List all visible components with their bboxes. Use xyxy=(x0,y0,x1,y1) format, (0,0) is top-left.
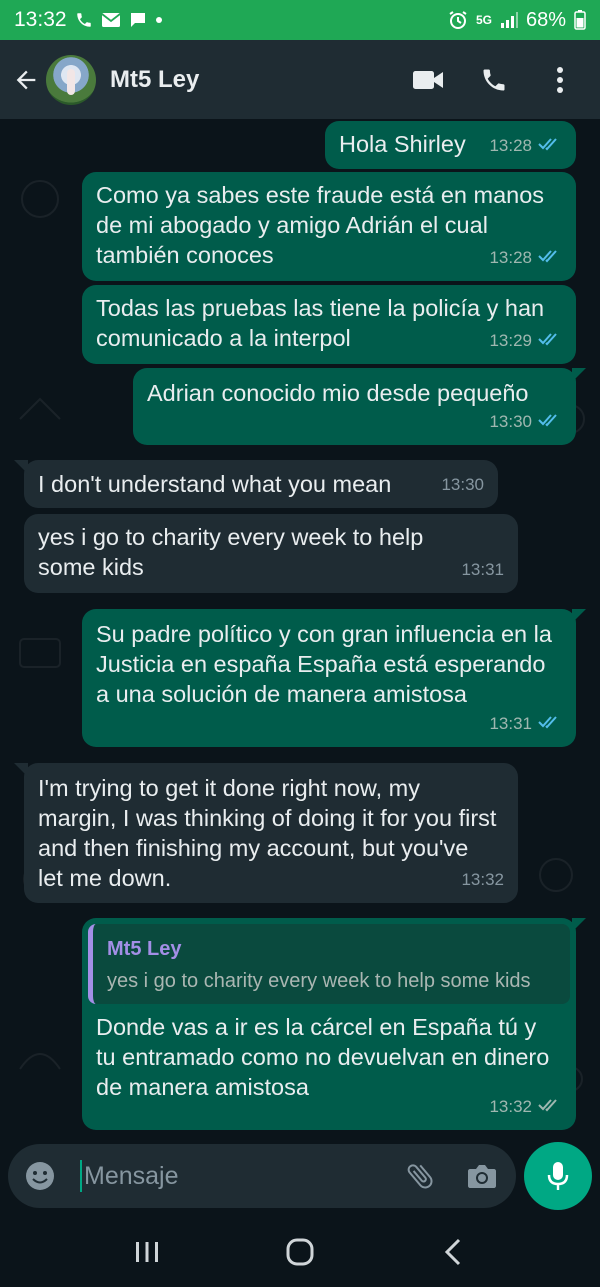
chat-header: Mt5 Ley xyxy=(0,40,600,119)
bubble-tail xyxy=(572,368,586,382)
message-time: 13:32 xyxy=(461,870,504,889)
network-type: 5G xyxy=(475,13,492,27)
quoted-message[interactable]: Mt5 Ley yes i go to charity every week t… xyxy=(88,924,570,1004)
read-double-check-icon xyxy=(538,407,562,437)
message-meta: 13:31 xyxy=(461,555,504,585)
quote-text: yes i go to charity every week to help s… xyxy=(107,970,531,992)
video-call-icon[interactable] xyxy=(410,62,446,98)
message-meta: 13:28 xyxy=(489,131,562,161)
read-double-check-icon xyxy=(538,326,562,356)
quote-author: Mt5 Ley xyxy=(107,938,182,960)
message-time: 13:29 xyxy=(489,331,532,350)
message-bubble-outgoing[interactable]: Mt5 Ley yes i go to charity every week t… xyxy=(82,918,586,1130)
message-text: I don't understand what you mean xyxy=(38,471,392,497)
message-time: 13:32 xyxy=(489,1097,532,1116)
mic-icon[interactable] xyxy=(524,1142,592,1210)
bubble-tail xyxy=(14,460,28,474)
chat-icon xyxy=(129,11,147,29)
battery-percent: 68% xyxy=(525,8,566,31)
bubble-tail xyxy=(572,609,586,623)
composer-bar xyxy=(0,1141,600,1217)
message-text: Adrian conocido mio desde pequeño xyxy=(147,380,529,406)
message-bubble-outgoing[interactable]: Su padre político y con gran influencia … xyxy=(82,609,586,747)
message-bubble-incoming[interactable]: I'm trying to get it done right now, my … xyxy=(14,763,518,903)
signal-icon xyxy=(500,11,518,29)
contact-name[interactable]: Mt5 Ley xyxy=(110,66,199,94)
message-bubble-outgoing[interactable]: Hola Shirley 13:28 xyxy=(325,121,576,169)
voice-call-icon[interactable] xyxy=(476,62,512,98)
text-caret xyxy=(80,1160,82,1192)
read-double-check-icon xyxy=(538,131,562,161)
dot-icon xyxy=(155,16,163,24)
message-time: 13:28 xyxy=(489,136,532,155)
message-time: 13:28 xyxy=(489,248,532,267)
delivered-double-check-icon xyxy=(538,1092,562,1122)
mail-icon xyxy=(101,12,121,28)
camera-icon[interactable] xyxy=(462,1156,502,1196)
message-bubble-incoming[interactable]: I don't understand what you mean 13:30 xyxy=(14,460,498,508)
bubble-tail xyxy=(572,918,586,932)
status-time: 13:32 xyxy=(14,8,67,31)
message-time: 13:30 xyxy=(489,412,532,431)
read-double-check-icon xyxy=(538,243,562,273)
message-time: 13:30 xyxy=(441,475,484,494)
message-text: Su padre político y con gran influencia … xyxy=(96,621,559,707)
message-meta: 13:30 xyxy=(489,407,562,437)
battery-icon xyxy=(574,10,586,30)
message-input-box[interactable] xyxy=(8,1144,516,1208)
phone-icon xyxy=(75,11,93,29)
read-double-check-icon xyxy=(538,709,562,739)
message-text: yes i go to charity every week to help s… xyxy=(38,524,430,580)
message-bubble-outgoing[interactable]: Como ya sabes este fraude está en manos … xyxy=(82,172,576,281)
recent-apps-icon[interactable] xyxy=(117,1227,177,1277)
alarm-icon xyxy=(448,10,468,30)
message-meta: 13:31 xyxy=(489,709,562,739)
status-bar: 13:32 5G 68% xyxy=(0,0,600,40)
message-meta: 13:30 xyxy=(441,470,484,500)
message-time: 13:31 xyxy=(461,560,504,579)
message-input[interactable] xyxy=(84,1161,384,1191)
message-meta: 13:28 xyxy=(489,243,562,273)
home-icon[interactable] xyxy=(270,1227,330,1277)
bubble-tail xyxy=(14,763,28,777)
attach-icon[interactable] xyxy=(400,1156,440,1196)
message-bubble-outgoing[interactable]: Adrian conocido mio desde pequeño 13:30 xyxy=(133,368,586,445)
nav-back-icon[interactable] xyxy=(423,1227,483,1277)
back-arrow-icon[interactable] xyxy=(6,60,46,100)
message-bubble-outgoing[interactable]: Todas las pruebas las tiene la policía y… xyxy=(82,285,576,364)
message-text: I'm trying to get it done right now, my … xyxy=(38,775,503,891)
emoji-icon[interactable] xyxy=(20,1156,60,1196)
chat-area[interactable]: Hola Shirley 13:28 Como ya sabes este fr… xyxy=(0,119,600,1141)
message-meta: 13:32 xyxy=(489,1092,562,1122)
avatar[interactable] xyxy=(46,54,96,105)
message-time: 13:31 xyxy=(489,714,532,733)
message-meta: 13:29 xyxy=(489,326,562,356)
more-vert-icon[interactable] xyxy=(542,62,578,98)
system-nav-bar xyxy=(0,1217,600,1287)
message-bubble-incoming[interactable]: yes i go to charity every week to help s… xyxy=(24,514,518,593)
message-meta: 13:32 xyxy=(461,865,504,895)
message-text: Donde vas a ir es la cárcel en España tú… xyxy=(96,1014,556,1100)
